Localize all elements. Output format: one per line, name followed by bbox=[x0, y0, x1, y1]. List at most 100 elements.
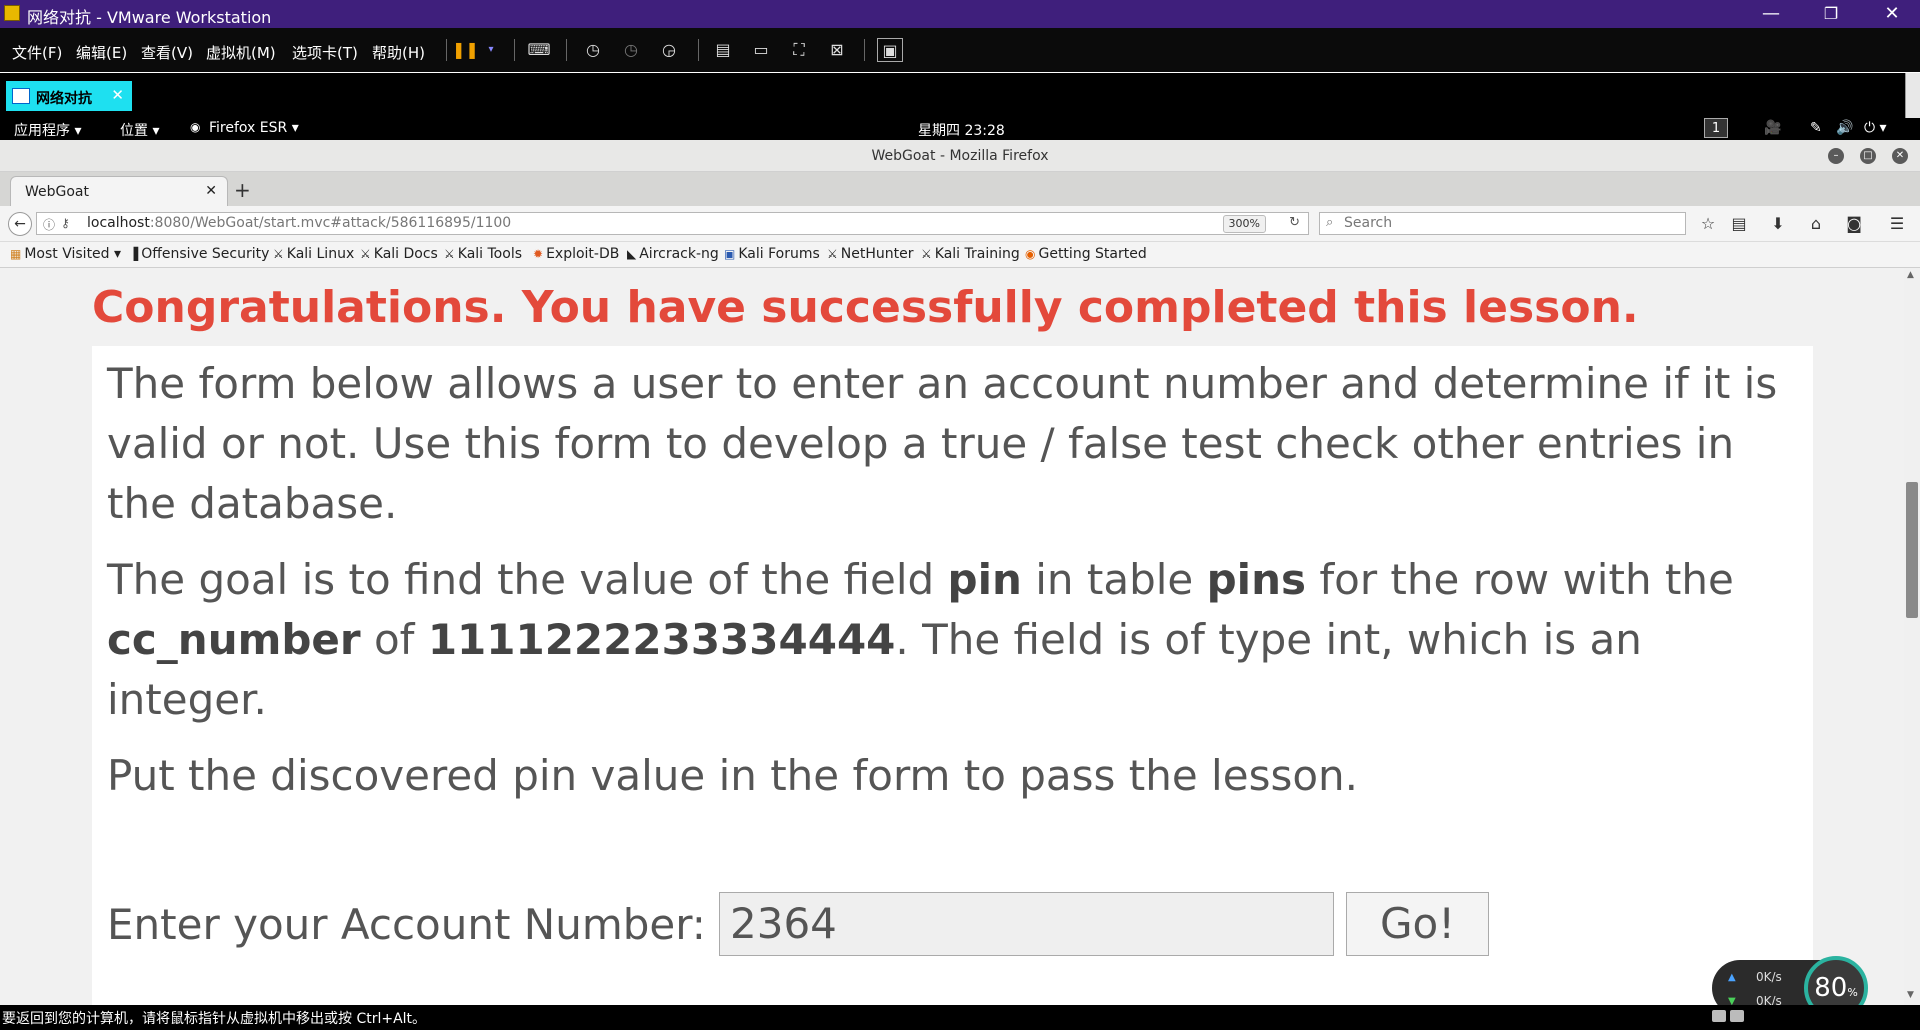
vmware-titlebar: 网络对抗 - VMware Workstation — ❐ ✕ bbox=[0, 0, 1920, 28]
vm-tabs-scrollbar[interactable] bbox=[1905, 73, 1920, 119]
url-text[interactable]: localhost:8080/WebGoat/start.mvc#attack/… bbox=[87, 215, 511, 231]
scroll-down-icon[interactable]: ▼ bbox=[1907, 990, 1914, 1000]
hamburger-menu-icon[interactable]: ☰ bbox=[1886, 214, 1908, 233]
page-content: Congratulations. You have successfully c… bbox=[0, 268, 1904, 1005]
restore-button[interactable]: ❐ bbox=[1803, 0, 1859, 28]
menu-view[interactable]: 查看(V) bbox=[141, 42, 193, 63]
snapshot-manager-icon[interactable]: ◶ bbox=[656, 38, 682, 62]
cc-number-value: 1111222233334444 bbox=[427, 615, 896, 664]
ff-maximize-icon[interactable]: □ bbox=[1860, 148, 1876, 164]
vmware-app-icon bbox=[4, 5, 20, 21]
firefox-app-menu[interactable]: Firefox ESR ▾ bbox=[209, 120, 299, 136]
close-button[interactable]: ✕ bbox=[1864, 0, 1920, 28]
search-box[interactable]: ⌕ Search bbox=[1319, 212, 1686, 235]
scroll-thumb[interactable] bbox=[1906, 482, 1918, 618]
exploit-db-icon: ✹ bbox=[533, 247, 544, 261]
menu-help[interactable]: 帮助(H) bbox=[372, 42, 425, 63]
info-icon[interactable]: ⓘ bbox=[43, 216, 55, 233]
bookmark-kali-docs[interactable]: ⚔ Kali Docs bbox=[360, 246, 438, 262]
device-icon[interactable] bbox=[1730, 1010, 1744, 1022]
firefox-tabstrip: WebGoat ✕ + bbox=[0, 172, 1920, 206]
clock[interactable]: 星期四 23:28 bbox=[918, 120, 1005, 140]
menu-edit[interactable]: 编辑(E) bbox=[76, 42, 127, 63]
toolbar-separator bbox=[566, 39, 567, 61]
vm-tab-close-icon[interactable]: ✕ bbox=[111, 86, 124, 104]
view-console-icon[interactable]: ▭ bbox=[748, 38, 774, 62]
thumbnail-view-icon[interactable]: ▣ bbox=[877, 38, 903, 62]
vm-tab-icon bbox=[12, 88, 30, 104]
dropdown-icon[interactable]: ▾ bbox=[478, 38, 504, 62]
column-name: cc_number bbox=[107, 615, 361, 664]
search-placeholder: Search bbox=[1344, 215, 1393, 231]
vm-tab-network[interactable]: 网络对抗 ✕ bbox=[6, 81, 132, 111]
account-number-input[interactable]: 2364 bbox=[719, 892, 1334, 956]
pocket-icon[interactable]: ◙ bbox=[1843, 214, 1865, 233]
reading-list-icon[interactable]: ▤ bbox=[1728, 214, 1750, 233]
view-sidebar-icon[interactable]: ▤ bbox=[710, 38, 736, 62]
zoom-indicator[interactable]: 300% bbox=[1222, 215, 1266, 233]
send-keys-icon[interactable]: ⌨ bbox=[526, 38, 552, 62]
volume-icon[interactable]: 🔊 bbox=[1836, 120, 1853, 136]
video-camera-icon[interactable]: 🎥 bbox=[1764, 120, 1781, 136]
menu-file[interactable]: 文件(F) bbox=[12, 42, 62, 63]
scroll-up-icon[interactable]: ▲ bbox=[1907, 270, 1914, 280]
workspace-indicator[interactable]: 1 bbox=[1704, 118, 1728, 138]
bookmark-exploit-db[interactable]: ✹ Exploit-DB bbox=[533, 246, 619, 262]
tab-close-icon[interactable]: ✕ bbox=[205, 183, 217, 199]
bookmark-aircrack[interactable]: ◣ Aircrack-ng bbox=[627, 246, 719, 262]
fullscreen-icon[interactable]: ⛶ bbox=[786, 38, 812, 62]
key-icon[interactable]: ⚷ bbox=[61, 216, 70, 230]
applications-menu[interactable]: 应用程序 ▾ bbox=[14, 120, 81, 140]
lesson-paragraph-2: The goal is to find the value of the fie… bbox=[107, 555, 1734, 724]
pause-icon[interactable]: ❚❚ bbox=[452, 38, 479, 62]
unity-icon[interactable]: ⊠ bbox=[824, 38, 850, 62]
bookmark-getting-started[interactable]: ◉ Getting Started bbox=[1025, 246, 1147, 262]
places-menu[interactable]: 位置 ▾ bbox=[120, 120, 159, 140]
snapshot-revert-icon[interactable]: ◷ bbox=[618, 38, 644, 62]
bookmark-kali-training[interactable]: ⚔ Kali Training bbox=[921, 246, 1020, 262]
account-number-label: Enter your Account Number: bbox=[107, 900, 706, 949]
kali-icon: ⚔ bbox=[360, 247, 371, 261]
firefox-titlebar: WebGoat - Mozilla Firefox – □ ✕ bbox=[0, 140, 1920, 172]
downloads-icon[interactable]: ⬇ bbox=[1767, 214, 1789, 233]
bookmark-star-icon[interactable]: ☆ bbox=[1697, 214, 1719, 233]
ff-minimize-icon[interactable]: – bbox=[1828, 148, 1844, 164]
reload-icon[interactable]: ↻ bbox=[1289, 215, 1300, 230]
menu-tabs[interactable]: 选项卡(T) bbox=[292, 42, 358, 63]
vmware-tabstrip: 网络对抗 ✕ bbox=[0, 72, 1920, 119]
new-tab-icon[interactable]: + bbox=[234, 178, 251, 202]
bookmark-offensive-security[interactable]: ▐ Offensive Security bbox=[129, 246, 269, 262]
device-icon[interactable] bbox=[1712, 1010, 1726, 1022]
ff-close-icon[interactable]: ✕ bbox=[1892, 148, 1908, 164]
firefox-window-title: WebGoat - Mozilla Firefox bbox=[871, 148, 1049, 164]
go-button[interactable]: Go! bbox=[1346, 892, 1489, 956]
pen-icon[interactable]: ✎ bbox=[1810, 120, 1822, 136]
bookmark-kali-tools[interactable]: ⚔ Kali Tools bbox=[444, 246, 522, 262]
kali-icon: ⚔ bbox=[827, 247, 838, 261]
table-name: pins bbox=[1206, 555, 1306, 604]
firefox-window: WebGoat - Mozilla Firefox – □ ✕ WebGoat … bbox=[0, 140, 1920, 1005]
home-icon[interactable]: ⌂ bbox=[1805, 214, 1827, 233]
menu-vm[interactable]: 虚拟机(M) bbox=[206, 42, 276, 63]
kali-icon: ⚔ bbox=[273, 247, 284, 261]
minimize-button[interactable]: — bbox=[1743, 0, 1799, 28]
snapshot-take-icon[interactable]: ◷ bbox=[580, 38, 606, 62]
tab-title: WebGoat bbox=[25, 184, 90, 200]
tab-webgoat[interactable]: WebGoat ✕ bbox=[10, 176, 228, 206]
vmware-toolbar: 文件(F) 编辑(E) 查看(V) 虚拟机(M) 选项卡(T) 帮助(H) ❚❚… bbox=[0, 28, 1920, 72]
firefox-navbar: ← ⓘ ⚷ localhost:8080/WebGoat/start.mvc#a… bbox=[0, 206, 1920, 242]
bookmark-nethunter[interactable]: ⚔ NetHunter bbox=[827, 246, 913, 262]
page-scrollbar[interactable]: ▲ ▼ bbox=[1904, 268, 1920, 1005]
status-message: 要返回到您的计算机，请将鼠标指针从虚拟机中移出或按 Ctrl+Alt。 bbox=[2, 1011, 427, 1027]
vm-tab-label: 网络对抗 bbox=[36, 91, 92, 107]
success-message: Congratulations. You have successfully c… bbox=[92, 282, 1639, 333]
toolbar-separator bbox=[698, 39, 699, 61]
url-bar[interactable]: ⓘ ⚷ localhost:8080/WebGoat/start.mvc#att… bbox=[36, 212, 1309, 235]
bookmark-kali-linux[interactable]: ⚔ Kali Linux bbox=[273, 246, 354, 262]
bookmark-most-visited[interactable]: ▦ Most Visited ▾ bbox=[10, 246, 121, 262]
field-name: pin bbox=[947, 555, 1022, 604]
firefox-icon: ◉ bbox=[190, 120, 201, 134]
back-button[interactable]: ← bbox=[8, 212, 32, 236]
bookmark-kali-forums[interactable]: ▣ Kali Forums bbox=[724, 246, 820, 262]
power-icon[interactable]: ⏻ ▾ bbox=[1864, 120, 1887, 136]
